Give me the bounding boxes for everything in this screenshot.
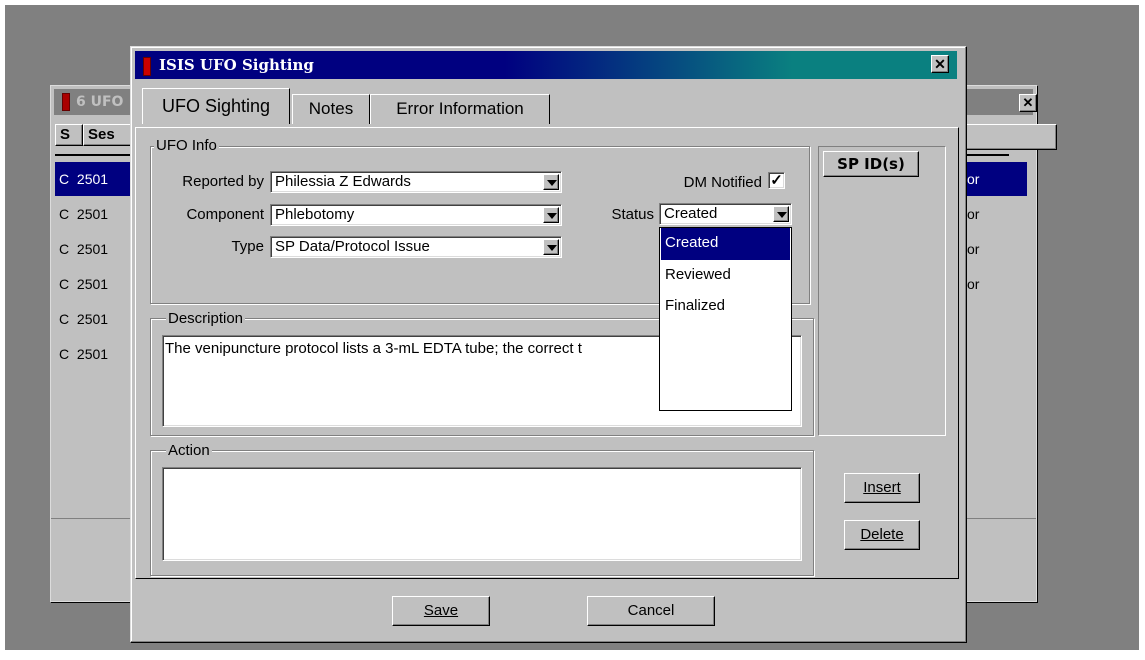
list-item-right[interactable]: or — [963, 267, 1027, 301]
status-dropdown-list: Created Reviewed Finalized — [659, 227, 792, 411]
save-button[interactable]: Save — [392, 596, 490, 626]
component-value: Phlebotomy — [275, 206, 355, 223]
status-option-finalized[interactable]: Finalized — [661, 291, 790, 323]
type-label: Type — [231, 238, 264, 255]
app-icon — [62, 93, 70, 111]
ufo-info-legend: UFO Info — [154, 137, 219, 154]
component-combo[interactable]: Phlebotomy — [270, 204, 562, 226]
type-combo[interactable]: SP Data/Protocol Issue — [270, 236, 562, 258]
status-value: Created — [664, 205, 718, 222]
type-value: SP Data/Protocol Issue — [275, 238, 430, 255]
close-icon[interactable]: ✕ — [931, 55, 949, 73]
dialog-titlebar[interactable]: ISIS UFO Sighting — [135, 51, 957, 79]
list-item-right[interactable]: or — [963, 197, 1027, 231]
status-option-reviewed[interactable]: Reviewed — [661, 260, 790, 292]
status-option-created[interactable]: Created — [661, 228, 790, 260]
status-label: Status — [611, 206, 654, 223]
insert-button[interactable]: Insert — [844, 473, 920, 503]
action-textarea[interactable] — [162, 467, 802, 561]
list-item-right[interactable]: or — [963, 162, 1027, 196]
status-combo[interactable]: Created — [659, 203, 792, 225]
close-icon[interactable]: ✕ — [1019, 94, 1037, 112]
sp-ids-list[interactable]: SP ID(s) — [818, 146, 946, 436]
dm-notified-checkbox[interactable]: ✓ — [768, 172, 785, 189]
dm-notified-label: DM Notified — [683, 174, 762, 191]
tab-error-information[interactable]: Error Information — [370, 94, 550, 124]
tab-notes[interactable]: Notes — [292, 94, 370, 124]
header-divider — [55, 154, 131, 156]
column-header-status[interactable]: S — [55, 124, 83, 146]
dialog-title: ISIS UFO Sighting — [159, 56, 314, 74]
ufo-list-title: 6 UFO — [76, 94, 124, 110]
tab-ufo-sighting[interactable]: UFO Sighting — [142, 88, 290, 124]
component-label: Component — [186, 206, 264, 223]
reported-by-label: Reported by — [182, 173, 264, 190]
reported-by-combo[interactable]: Philessia Z Edwards — [270, 171, 562, 193]
header-divider-right — [963, 154, 1009, 156]
chevron-down-icon[interactable] — [543, 207, 559, 223]
delete-button[interactable]: Delete — [844, 520, 920, 550]
description-legend: Description — [166, 310, 246, 327]
chevron-down-icon[interactable] — [543, 239, 559, 255]
sp-ids-header[interactable]: SP ID(s) — [823, 151, 919, 177]
chevron-down-icon[interactable] — [543, 174, 559, 190]
column-header-right[interactable] — [963, 124, 1057, 150]
app-icon — [143, 57, 151, 76]
cancel-button[interactable]: Cancel — [587, 596, 715, 626]
list-item-right[interactable]: or — [963, 232, 1027, 266]
chevron-down-icon[interactable] — [773, 206, 789, 222]
action-legend: Action — [166, 442, 212, 459]
reported-by-value: Philessia Z Edwards — [275, 173, 411, 190]
